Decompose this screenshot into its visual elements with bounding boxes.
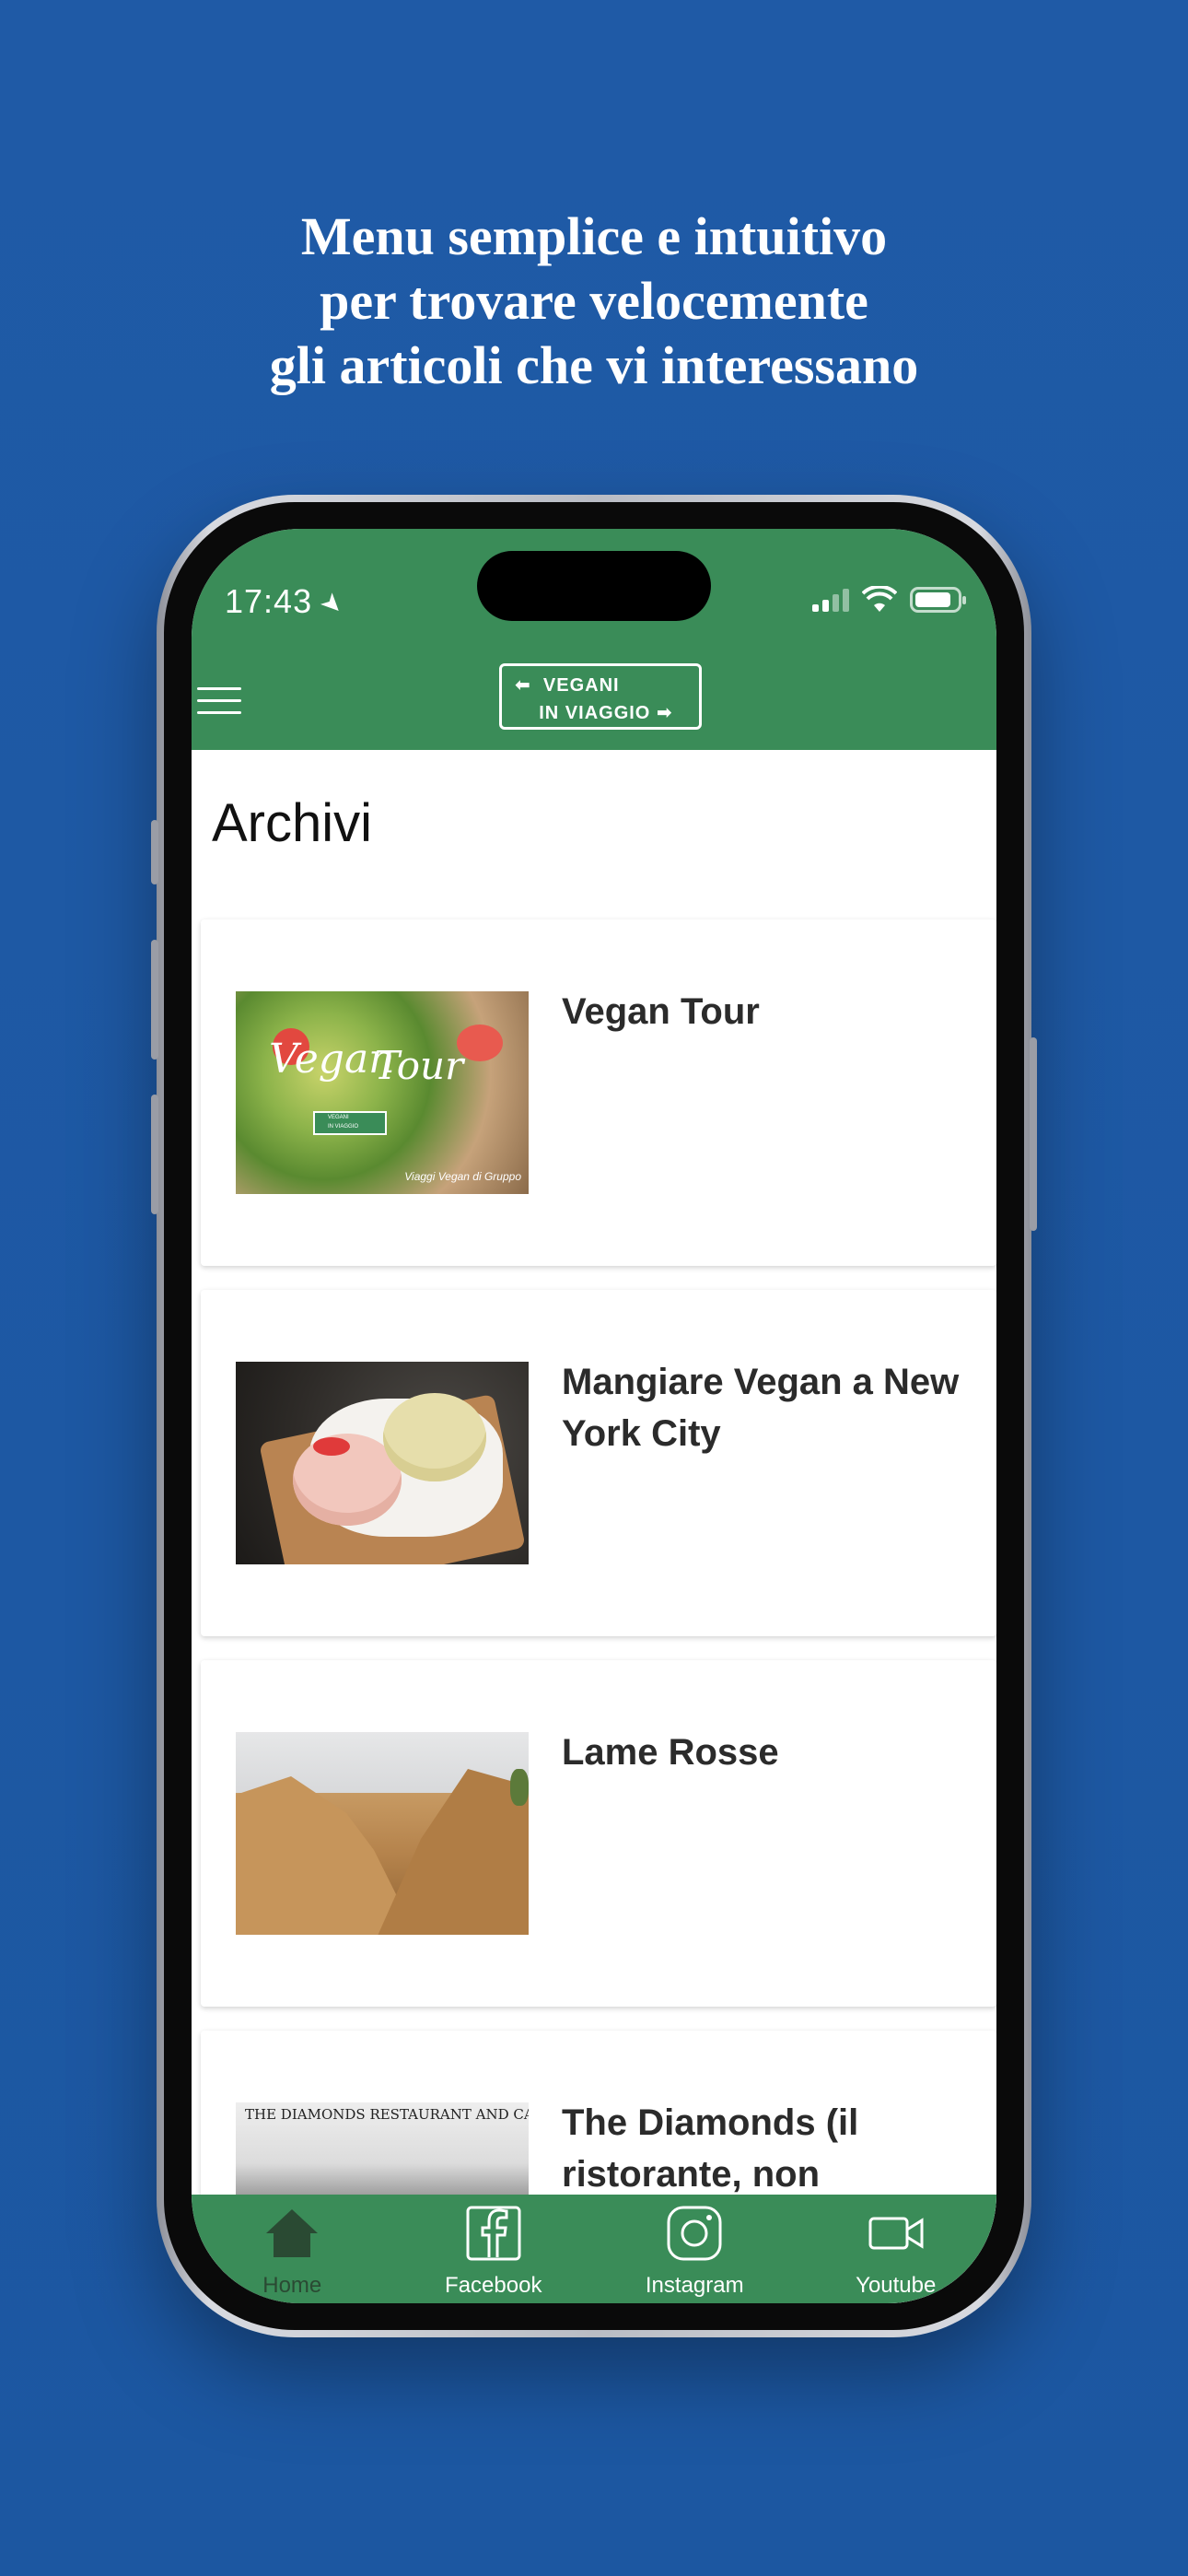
home-icon (266, 2209, 319, 2257)
promo-line-3: gli articoli che vi interessano (269, 335, 919, 395)
power-button (1030, 1037, 1037, 1231)
logo-line-2: IN VIAGGIO (539, 703, 651, 723)
arrow-right-icon: ➡ (656, 703, 673, 723)
tab-instagram-label: Instagram (645, 2273, 744, 2298)
article-title[interactable]: The Diamonds (il ristorante, non (562, 2097, 967, 2200)
article-title[interactable]: Vegan Tour (562, 986, 967, 1037)
logo-line-1: VEGANI (542, 675, 620, 696)
video-camera-icon (868, 2217, 924, 2250)
facebook-icon (466, 2206, 521, 2261)
action-button (151, 820, 158, 884)
location-arrow-icon: ➤ (314, 585, 351, 623)
article-thumbnail[interactable] (236, 1732, 529, 1935)
article-title[interactable]: Lame Rosse (562, 1727, 967, 1778)
tab-youtube-label: Youtube (856, 2273, 937, 2298)
cellular-signal-icon (812, 588, 849, 612)
tab-home-label: Home (262, 2273, 322, 2298)
tab-instagram[interactable]: Instagram (602, 2195, 786, 2303)
promo-line-2: per trovare velocemente (320, 271, 868, 331)
page-title: Archivi (212, 793, 373, 853)
app-header: 17:43➤ ⬅ VEGANI IN VIAGGIO ➡ (192, 529, 996, 750)
status-icons (812, 586, 966, 614)
tab-home[interactable]: Home (200, 2195, 384, 2303)
battery-icon (910, 587, 966, 613)
app-logo[interactable]: ⬅ VEGANI IN VIAGGIO ➡ (499, 663, 702, 730)
wifi-icon (862, 586, 897, 612)
tab-facebook-label: Facebook (445, 2273, 542, 2298)
instagram-icon (667, 2206, 722, 2261)
promo-headline: Menu semplice e intuitivo per trovare ve… (0, 205, 1188, 398)
status-time: 17:43➤ (225, 582, 351, 623)
volume-down-button (151, 1095, 158, 1214)
article-title[interactable]: Mangiare Vegan a New York City (562, 1356, 967, 1459)
article-card[interactable]: Lame Rosse (201, 1660, 996, 2007)
tab-youtube[interactable]: Youtube (804, 2195, 988, 2303)
volume-up-button (151, 940, 158, 1060)
hamburger-menu-icon[interactable] (197, 687, 241, 723)
tab-bar: Home Facebook Instagram Youtube (192, 2195, 996, 2303)
app-screen: 17:43➤ ⬅ VEGANI IN VIAGGIO ➡ Archivi Veg… (192, 529, 996, 2303)
article-card[interactable]: Vegan Tour VEGANI IN VIAGGIO Viaggi Vega… (201, 919, 996, 1266)
dynamic-island (477, 551, 711, 621)
tab-facebook[interactable]: Facebook (402, 2195, 586, 2303)
article-card[interactable]: Mangiare Vegan a New York City (201, 1290, 996, 1636)
article-thumbnail[interactable] (236, 1362, 529, 1564)
thumb-badge: VEGANI IN VIAGGIO (313, 1111, 387, 1135)
article-thumbnail[interactable]: Vegan Tour VEGANI IN VIAGGIO Viaggi Vega… (236, 991, 529, 1194)
promo-line-1: Menu semplice e intuitivo (300, 206, 888, 266)
arrow-left-icon: ⬅ (515, 675, 531, 696)
